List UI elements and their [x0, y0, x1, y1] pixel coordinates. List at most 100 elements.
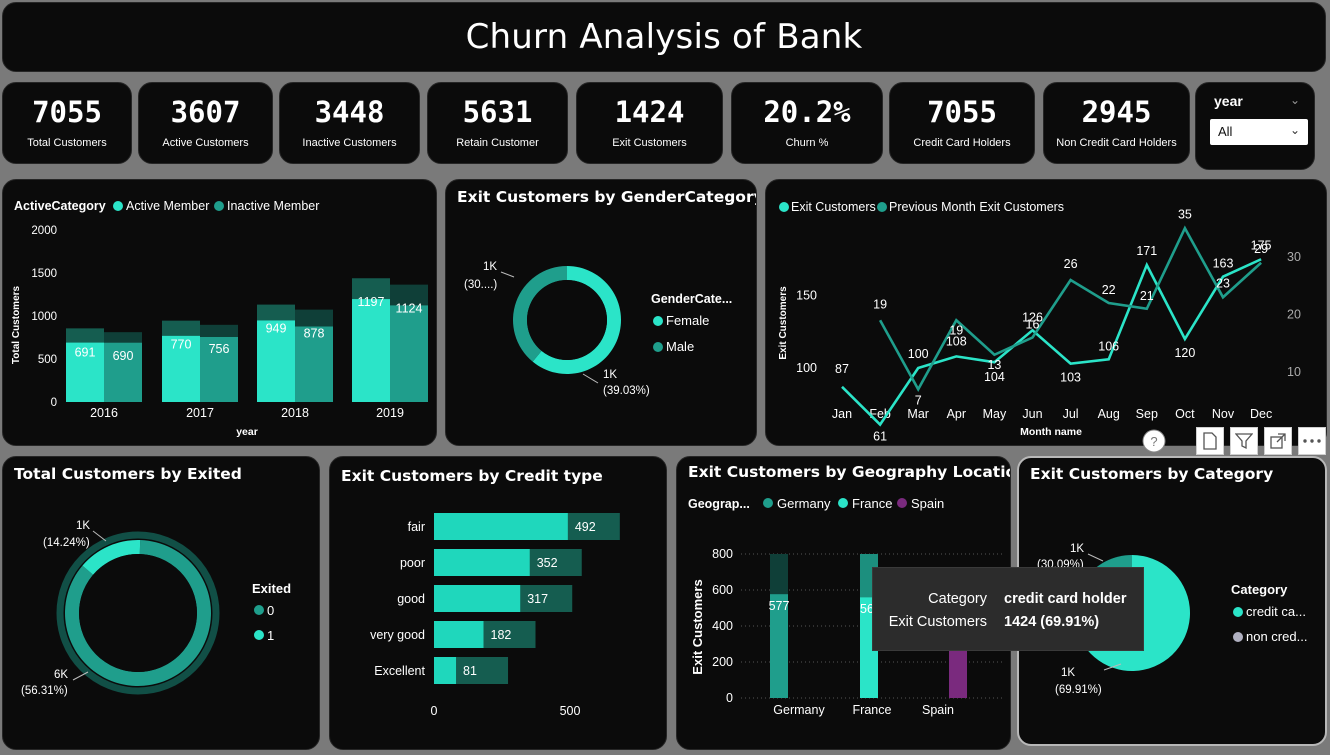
- kpi-retain-customer[interactable]: 5631 Retain Customer: [427, 82, 568, 164]
- kpi-label: Active Customers: [162, 136, 249, 149]
- data-label-previous: 16: [1026, 318, 1040, 332]
- bar-fair[interactable]: [434, 513, 568, 540]
- lines[interactable]: 8761100108104126103106171120163175197191…: [835, 207, 1272, 443]
- legend-female[interactable]: Female: [666, 313, 709, 328]
- data-label-credit-pct: (69.91%): [1055, 684, 1102, 696]
- page-icon[interactable]: [1196, 427, 1224, 455]
- y-axis-title: Exit Customers: [690, 579, 705, 674]
- kpi-churn-percent[interactable]: 20.2% Churn %: [731, 82, 883, 164]
- filter-icon[interactable]: [1230, 427, 1258, 455]
- bar-spain[interactable]: [949, 646, 967, 698]
- data-label-exit: 61: [873, 430, 887, 444]
- total-exited-donut[interactable]: 1K (14.24%) 6K (56.31%) Exited 0 1: [3, 457, 320, 750]
- tooltip-value-category: credit card holder: [1004, 591, 1127, 607]
- active-category-chart[interactable]: ActiveCategory Active Member Inactive Me…: [3, 180, 437, 446]
- legend-non-credit[interactable]: non cred...: [1246, 629, 1307, 644]
- kpi-value: 7055: [927, 94, 997, 129]
- data-label: 1124: [396, 302, 423, 316]
- kpi-credit-card-holders[interactable]: 7055 Credit Card Holders: [889, 82, 1035, 164]
- bar-backdrop: [257, 304, 295, 321]
- data-label-exit: 100: [908, 347, 929, 361]
- bars[interactable]: 691 690 2016 770 756 2017 949 878 2018 1197 1124 20…: [66, 278, 428, 420]
- data-label-exited-pct: (14.24%): [43, 537, 90, 549]
- kpi-total-customers[interactable]: 7055 Total Customers: [2, 82, 132, 164]
- donut[interactable]: [56, 531, 220, 695]
- legend-germany[interactable]: Germany: [777, 496, 831, 511]
- y-tick-label-right: 20: [1287, 308, 1301, 322]
- bar-inactive-member[interactable]: [390, 305, 428, 402]
- exit-month-line-chart[interactable]: Exit Customers Previous Month Exit Custo…: [766, 180, 1327, 446]
- credit-type-chart-card[interactable]: Exit Customers by Credit type fair 492 poo…: [329, 456, 667, 750]
- more-options-icon[interactable]: [1298, 427, 1326, 455]
- data-label-exit: 103: [1060, 371, 1081, 385]
- x-tick-label: Nov: [1212, 407, 1235, 421]
- kpi-label: Retain Customer: [456, 136, 539, 149]
- legend-previous-month[interactable]: Previous Month Exit Customers: [889, 200, 1064, 214]
- kpi-label: Non Credit Card Holders: [1056, 136, 1177, 149]
- y-tick-label: 2000: [31, 225, 57, 237]
- donut-hole: [527, 280, 607, 360]
- y-tick-label: 1000: [31, 311, 57, 323]
- kpi-value: 7055: [32, 94, 102, 129]
- x-tick-label: Sep: [1136, 407, 1158, 421]
- legend-credit-card[interactable]: credit ca...: [1246, 604, 1306, 619]
- leader-line: [500, 271, 515, 278]
- help-icon[interactable]: ?: [1140, 427, 1168, 455]
- data-label: 949: [266, 322, 287, 336]
- legend-exit-customers[interactable]: Exit Customers: [791, 200, 876, 214]
- kpi-label: Total Customers: [27, 136, 107, 149]
- exit-gender-chart-card[interactable]: Exit Customers by GenderCategory 1K (30.…: [445, 179, 757, 446]
- data-label-exited: 1K: [76, 520, 90, 532]
- exit-month-chart-card[interactable]: Exit Customers Previous Month Exit Custo…: [765, 179, 1327, 446]
- focus-mode-icon[interactable]: [1264, 427, 1292, 455]
- legend-inactive-member[interactable]: Inactive Member: [227, 199, 319, 213]
- kpi-label: Exit Customers: [612, 136, 687, 149]
- chevron-down-icon[interactable]: ⌄: [1290, 93, 1300, 107]
- slicer-label: year: [1214, 93, 1243, 109]
- kpi-non-credit-card-holders[interactable]: 2945 Non Credit Card Holders: [1043, 82, 1190, 164]
- y-tick-label: 200: [712, 655, 733, 669]
- data-label-exit: 87: [835, 362, 849, 376]
- legend-marker-1: [254, 630, 264, 640]
- y-axis-title: Exit Customers: [778, 286, 789, 360]
- dashboard-title-card: Churn Analysis of Bank: [2, 2, 1326, 72]
- exit-gender-donut[interactable]: 1K (30....) 1K (39.03%) GenderCate... Fe…: [446, 180, 757, 446]
- legend-1[interactable]: 1: [267, 628, 274, 643]
- data-label: 492: [575, 520, 596, 534]
- y-tick-label: 0: [51, 397, 57, 409]
- legend-spain[interactable]: Spain: [911, 496, 944, 511]
- legend-marker-prev: [877, 202, 887, 212]
- legend-0[interactable]: 0: [267, 603, 274, 618]
- credit-type-bar-chart[interactable]: fair 492 poor 352 good 317 very good 182 Excelle…: [330, 457, 667, 750]
- x-tick-label: Germany: [773, 703, 825, 717]
- page-title: Churn Analysis of Bank: [465, 17, 863, 57]
- kpi-inactive-customers[interactable]: 3448 Inactive Customers: [279, 82, 420, 164]
- leader-line: [72, 671, 89, 681]
- bars[interactable]: fair 492 poor 352 good 317 very good 182 Excelle…: [370, 513, 620, 718]
- legend-active-member[interactable]: Active Member: [126, 199, 209, 213]
- data-label: 770: [171, 338, 192, 352]
- donut[interactable]: [513, 266, 621, 374]
- data-label-previous: 19: [949, 323, 963, 337]
- data-label-credit: 1K: [1061, 667, 1075, 679]
- bar-good[interactable]: [434, 585, 521, 612]
- bar-active-member[interactable]: [352, 299, 390, 402]
- year-dropdown[interactable]: All ⌄: [1210, 119, 1308, 145]
- year-slicer[interactable]: year ⌄ All ⌄: [1195, 82, 1315, 170]
- total-exited-chart-card[interactable]: Total Customers by Exited 1K (14.24%) 6K…: [2, 456, 320, 750]
- legend-france[interactable]: France: [852, 496, 892, 511]
- active-category-chart-card[interactable]: ActiveCategory Active Member Inactive Me…: [2, 179, 437, 446]
- kpi-exit-customers[interactable]: 1424 Exit Customers: [576, 82, 723, 164]
- bar-poor[interactable]: [434, 549, 530, 576]
- line-exit-customers[interactable]: [841, 258, 1262, 427]
- kpi-value: 3448: [314, 94, 385, 129]
- y-tick-label: 800: [712, 547, 733, 561]
- bar-very-good[interactable]: [434, 621, 484, 648]
- data-label-exit: 163: [1213, 257, 1234, 271]
- category-label: very good: [370, 628, 425, 642]
- legend-male[interactable]: Male: [666, 339, 694, 354]
- bar-backdrop: [104, 332, 142, 343]
- kpi-active-customers[interactable]: 3607 Active Customers: [138, 82, 273, 164]
- x-tick-label: France: [853, 703, 892, 717]
- bar-excellent[interactable]: [434, 657, 457, 684]
